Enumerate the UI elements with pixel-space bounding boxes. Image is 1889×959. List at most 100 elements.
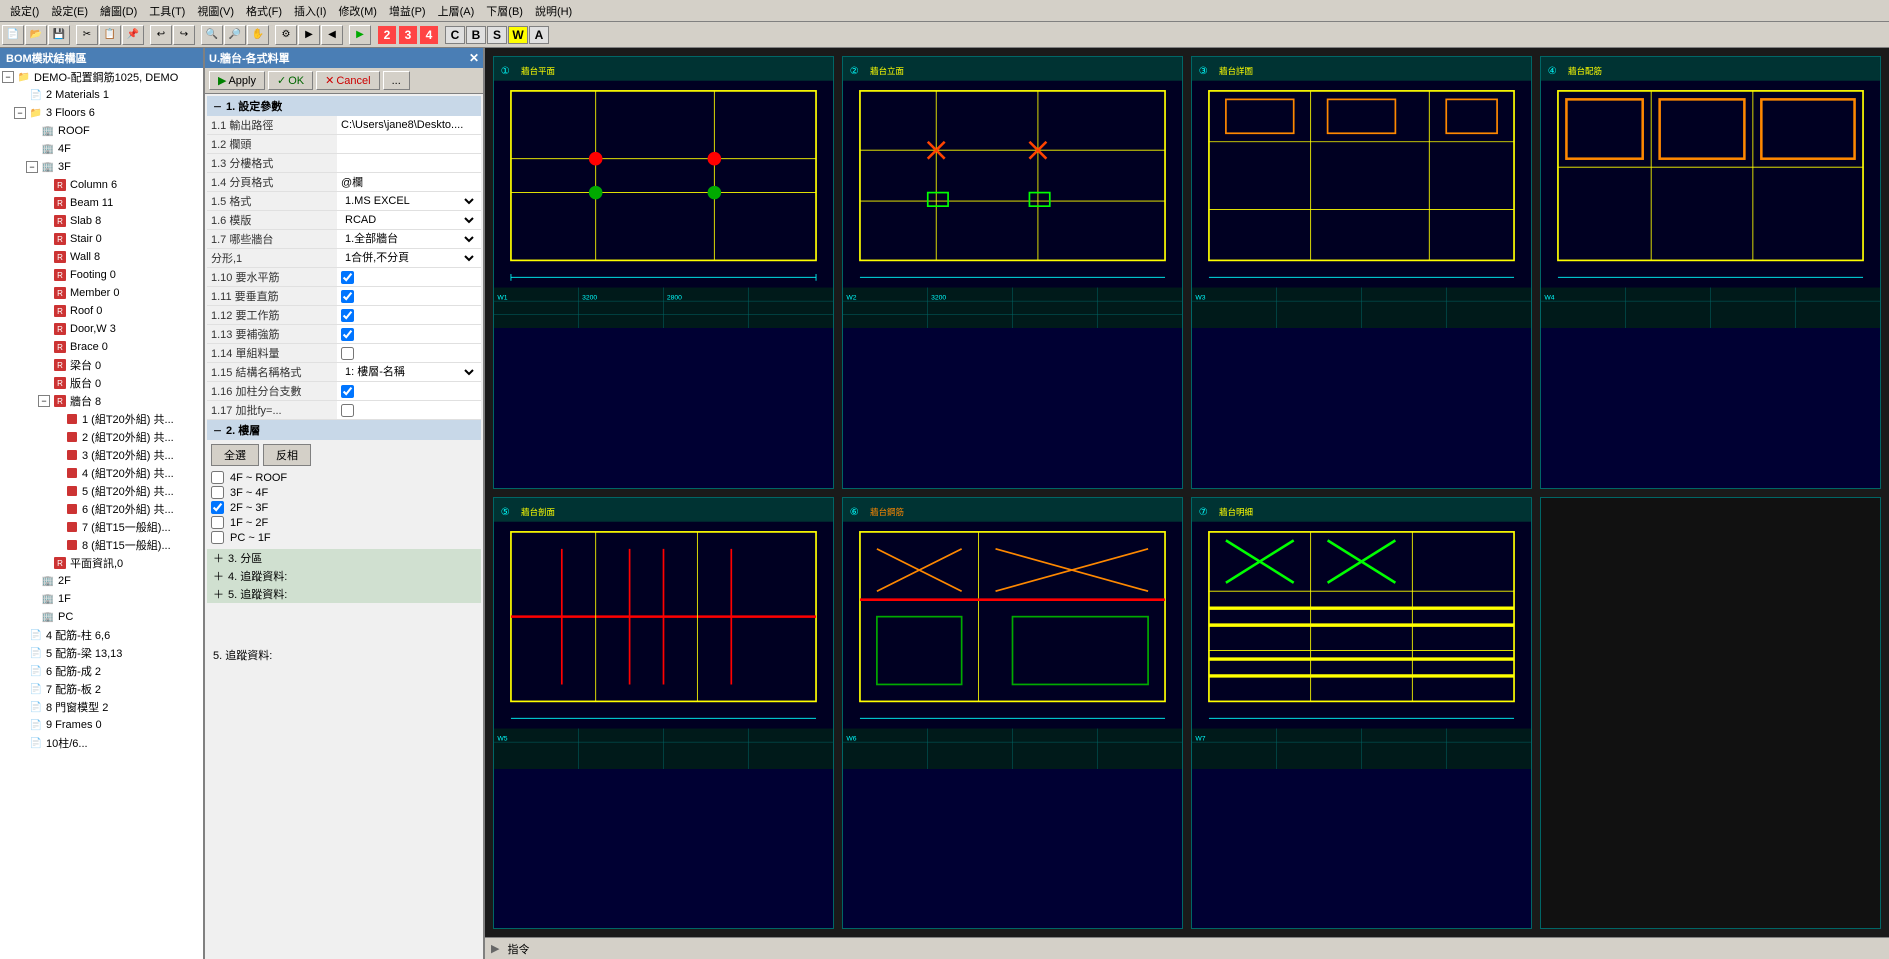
menu-plus[interactable]: 增益(P) — [383, 3, 432, 19]
template-select[interactable]: RCAD — [341, 213, 477, 227]
field-value[interactable] — [337, 154, 481, 173]
tab-a[interactable]: A — [529, 26, 549, 44]
tb-open[interactable]: 📂 — [25, 25, 47, 45]
menu-tools[interactable]: 工具(T) — [143, 3, 191, 19]
tree-node-p6[interactable]: 6 (組T20外組) 共... — [0, 500, 203, 518]
floor-format-input[interactable] — [341, 157, 477, 169]
tree-node-1f[interactable]: 🏢1F — [0, 590, 203, 608]
field-value[interactable]: 1合併,不分頁 — [337, 249, 481, 268]
work-checkbox[interactable] — [341, 309, 354, 322]
tb-redo[interactable]: ↪ — [173, 25, 195, 45]
tree-node-p2[interactable]: 2 (組T20外組) 共... — [0, 428, 203, 446]
tab-w[interactable]: W — [508, 26, 528, 44]
field-value[interactable] — [337, 306, 481, 325]
tree-node-member[interactable]: RMember 0 — [0, 284, 203, 302]
tree-node-4f[interactable]: 🏢4F — [0, 140, 203, 158]
tree-node-doorw[interactable]: RDoor,W 3 — [0, 320, 203, 338]
field-value[interactable]: 1: 樓層-名稱 — [337, 363, 481, 382]
tree-node-cfg5[interactable]: 📄5 配筋-梁 13,13 — [0, 644, 203, 662]
floor-2f-3f-checkbox[interactable] — [211, 501, 224, 514]
tb-num-2[interactable]: 2 — [378, 26, 396, 44]
tb-cut[interactable]: ✂ — [76, 25, 98, 45]
tree-node-3f[interactable]: −🏢3F — [0, 158, 203, 176]
tree-node-col[interactable]: RColumn 6 — [0, 176, 203, 194]
tb-extra2[interactable]: ◀ — [321, 25, 343, 45]
header-input[interactable] — [341, 138, 477, 150]
tab-s[interactable]: S — [487, 26, 507, 44]
tree-node-floors[interactable]: −📁3 Floors 6 — [0, 104, 203, 122]
tree-node-pentai[interactable]: −R牆台 8 — [0, 392, 203, 410]
tree-node-p1[interactable]: 1 (組T20外組) 共... — [0, 410, 203, 428]
tree-expand-btn[interactable]: − — [14, 107, 26, 119]
field-value[interactable] — [337, 401, 481, 420]
tree-node-cfg10[interactable]: 📄10柱/6... — [0, 734, 203, 752]
tree-node-roof[interactable]: 🏢ROOF — [0, 122, 203, 140]
extra-button[interactable]: ... — [383, 71, 410, 90]
tb-save[interactable]: 💾 — [48, 25, 70, 45]
tree-node-slab[interactable]: RSlab 8 — [0, 212, 203, 230]
menu-format[interactable]: 格式(F) — [240, 3, 288, 19]
field-value[interactable] — [337, 173, 481, 192]
tb-zoom-in[interactable]: 🔍 — [201, 25, 223, 45]
struct-name-select[interactable]: 1: 樓層-名稱 — [341, 365, 477, 379]
tree-node-pingmian[interactable]: R平面資訊,0 — [0, 554, 203, 572]
tree-expand-btn[interactable]: − — [26, 161, 38, 173]
field-value[interactable]: 1.MS EXCEL — [337, 192, 481, 211]
menu-settings[interactable]: 設定() — [4, 3, 45, 19]
section-floors-header[interactable]: － 2. 樓層 — [207, 420, 481, 440]
tree-node-p4[interactable]: 4 (組T20外組) 共... — [0, 464, 203, 482]
reinforce-checkbox[interactable] — [341, 328, 354, 341]
tree-container[interactable]: −📁DEMO-配置鋼筋1025, DEMO📄2 Materials 1−📁3 F… — [0, 68, 203, 959]
tree-node-cfg8[interactable]: 📄8 門窗模型 2 — [0, 698, 203, 716]
floor-4f-roof-checkbox[interactable] — [211, 471, 224, 484]
page-format-input[interactable] — [341, 176, 477, 188]
section-zone-header[interactable]: ＋ 3. 分區 — [207, 549, 481, 567]
tb-copy[interactable]: 📋 — [99, 25, 121, 45]
tree-node-footing[interactable]: RFooting 0 — [0, 266, 203, 284]
horizontal-checkbox[interactable] — [341, 271, 354, 284]
floor-1f-2f-checkbox[interactable] — [211, 516, 224, 529]
vertical-checkbox[interactable] — [341, 290, 354, 303]
menu-view[interactable]: 視圖(V) — [191, 3, 240, 19]
tb-zoom-out[interactable]: 🔎 — [224, 25, 246, 45]
menu-insert[interactable]: 插入(I) — [288, 3, 332, 19]
menu-modify[interactable]: 修改(M) — [332, 3, 383, 19]
tree-node-bantai[interactable]: R版台 0 — [0, 374, 203, 392]
tree-node-beam[interactable]: RBeam 11 — [0, 194, 203, 212]
tb-new[interactable]: 📄 — [2, 25, 24, 45]
tree-node-wall[interactable]: RWall 8 — [0, 248, 203, 266]
tree-node-p5[interactable]: 5 (組T20外組) 共... — [0, 482, 203, 500]
field-value[interactable] — [337, 116, 481, 135]
tree-node-roof0[interactable]: RRoof 0 — [0, 302, 203, 320]
add-batch-checkbox[interactable] — [341, 404, 354, 417]
tb-num-3[interactable]: 3 — [399, 26, 417, 44]
tab-c[interactable]: C — [445, 26, 465, 44]
tree-node-stair[interactable]: RStair 0 — [0, 230, 203, 248]
tree-node-liang[interactable]: R梁台 0 — [0, 356, 203, 374]
tree-node-cfg6[interactable]: 📄6 配筋-成 2 — [0, 662, 203, 680]
section-param4-header[interactable]: ＋ 4. 追蹤資料: — [207, 567, 481, 585]
tree-node-mat[interactable]: 📄2 Materials 1 — [0, 86, 203, 104]
apply-button[interactable]: ▶ Apply — [209, 71, 265, 90]
tree-node-cfg4[interactable]: 📄4 配筋-柱 6,6 — [0, 626, 203, 644]
tb-run[interactable]: ▶ — [349, 25, 371, 45]
tree-node-p7[interactable]: 7 (組T15一般組)... — [0, 518, 203, 536]
field-value[interactable] — [337, 382, 481, 401]
section-param5-header[interactable]: ＋ 5. 追蹤資料: — [207, 585, 481, 603]
field-value[interactable] — [337, 135, 481, 154]
menu-draw[interactable]: 繪圖(D) — [94, 3, 143, 19]
field-value[interactable]: RCAD — [337, 211, 481, 230]
tb-extra1[interactable]: ▶ — [298, 25, 320, 45]
format-select[interactable]: 1.MS EXCEL — [341, 194, 477, 208]
menu-edit[interactable]: 設定(E) — [45, 3, 94, 19]
menu-lower[interactable]: 下層(B) — [480, 3, 529, 19]
tree-node-pc[interactable]: 🏢PC — [0, 608, 203, 626]
tree-node-p3[interactable]: 3 (組T20外組) 共... — [0, 446, 203, 464]
field-value[interactable] — [337, 287, 481, 306]
cancel-button[interactable]: ✕ Cancel — [316, 71, 379, 90]
tb-paste[interactable]: 📌 — [122, 25, 144, 45]
field-value[interactable] — [337, 344, 481, 363]
output-path-input[interactable] — [341, 119, 477, 131]
split-select[interactable]: 1合併,不分頁 — [341, 251, 477, 265]
mid-panel-close-button[interactable]: ✕ — [469, 51, 479, 65]
